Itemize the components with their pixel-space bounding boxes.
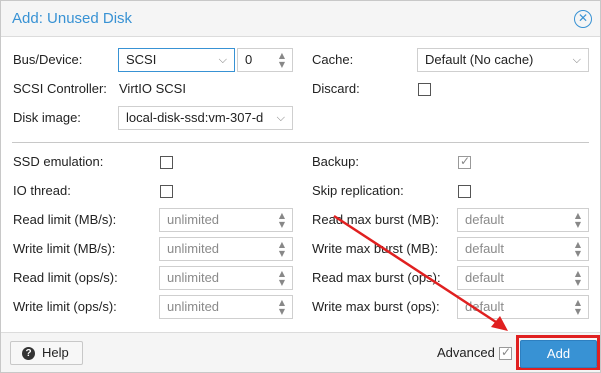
read-burst-mb-value: default [465,212,505,227]
read-limit-ops-value: unlimited [167,270,220,285]
disk-image-value: local-disk-ssd:vm-307-d [126,110,264,125]
scsi-controller-label: SCSI Controller: [13,81,107,96]
backup-checkbox[interactable]: ✓ [458,154,471,169]
advanced-checkbox[interactable]: ✓ [499,345,512,360]
bus-device-label: Bus/Device: [13,52,83,67]
write-burst-mb-field[interactable]: default ▲ ▼ [457,237,589,261]
chevron-down-icon[interactable]: ⌵ [277,109,285,127]
write-burst-ops-value: default [465,299,505,314]
read-burst-mb-field[interactable]: default ▲ ▼ [457,208,589,232]
chevron-down-icon[interactable]: ⌵ [219,51,227,69]
cache-value: Default (No cache) [425,52,534,67]
add-button[interactable]: Add [520,340,597,368]
io-thread-label: IO thread: [13,183,71,198]
skip-replication-label: Skip replication: [312,183,404,198]
dialog-titlebar: Add: Unused Disk ✕ [1,1,600,37]
spinner-icon[interactable]: ▲ ▼ [277,298,287,316]
bus-value: SCSI [126,52,157,67]
write-limit-mbs-value: unlimited [167,241,220,256]
bus-select[interactable]: SCSI ⌵ [118,48,235,72]
spinner-icon[interactable]: ▲ ▼ [277,240,287,258]
spinner-icon[interactable]: ▲ ▼ [277,269,287,287]
read-limit-ops-field[interactable]: unlimited ▲ ▼ [159,266,293,290]
write-limit-mbs-label: Write limit (MB/s): [13,241,116,256]
write-limit-ops-field[interactable]: unlimited ▲ ▼ [159,295,293,319]
read-burst-ops-field[interactable]: default ▲ ▼ [457,266,589,290]
ssd-emulation-checkbox[interactable] [160,156,173,169]
scsi-controller-value: VirtIO SCSI [119,81,186,96]
write-limit-ops-label: Write limit (ops/s): [13,299,117,314]
write-limit-ops-value: unlimited [167,299,220,314]
close-icon[interactable]: ✕ [574,10,592,28]
help-label: Help [42,345,69,360]
discard-checkbox[interactable] [418,83,431,96]
add-disk-dialog: Add: Unused Disk ✕ Bus/Device: SCSI ⌵ 0 … [0,0,601,373]
write-burst-mb-label: Write max burst (MB): [312,241,439,256]
skip-replication-checkbox[interactable] [458,185,471,198]
backup-label: Backup: [312,154,359,169]
spinner-icon[interactable]: ▲ ▼ [277,211,287,229]
section-divider [12,142,589,143]
spinner-icon[interactable]: ▲ ▼ [573,240,583,258]
spinner-icon[interactable]: ▲ ▼ [573,298,583,316]
read-limit-mbs-field[interactable]: unlimited ▲ ▼ [159,208,293,232]
chevron-down-icon[interactable]: ⌵ [573,51,581,69]
ssd-emulation-label: SSD emulation: [13,154,104,169]
read-limit-mbs-label: Read limit (MB/s): [13,212,117,227]
cache-label: Cache: [312,52,354,67]
write-burst-mb-value: default [465,241,505,256]
question-icon: ? [22,347,35,360]
read-limit-ops-label: Read limit (ops/s): [13,270,118,285]
write-limit-mbs-field[interactable]: unlimited ▲ ▼ [159,237,293,261]
dialog-title: Add: Unused Disk [12,10,133,27]
read-burst-mb-label: Read max burst (MB): [312,212,440,227]
checkmark-icon: ✓ [460,154,471,168]
write-burst-ops-field[interactable]: default ▲ ▼ [457,295,589,319]
spinner-icon[interactable]: ▲ ▼ [573,211,583,229]
read-burst-ops-label: Read max burst (ops): [312,270,441,285]
checkmark-icon: ✓ [501,345,512,359]
spinner-icon[interactable]: ▲ ▼ [573,269,583,287]
cache-select[interactable]: Default (No cache) ⌵ [417,48,589,72]
io-thread-checkbox[interactable] [160,185,173,198]
discard-label: Discard: [312,81,360,96]
device-number-value: 0 [245,52,253,67]
help-button[interactable]: ? Help [10,341,83,365]
spinner-icon[interactable]: ▲ ▼ [277,51,287,69]
read-burst-ops-value: default [465,270,505,285]
read-limit-mbs-value: unlimited [167,212,220,227]
write-burst-ops-label: Write max burst (ops): [312,299,440,314]
advanced-label: Advanced [437,345,495,360]
disk-image-select[interactable]: local-disk-ssd:vm-307-d ⌵ [118,106,293,130]
disk-image-label: Disk image: [13,110,81,125]
device-number-spinner[interactable]: 0 ▲ ▼ [237,48,293,72]
